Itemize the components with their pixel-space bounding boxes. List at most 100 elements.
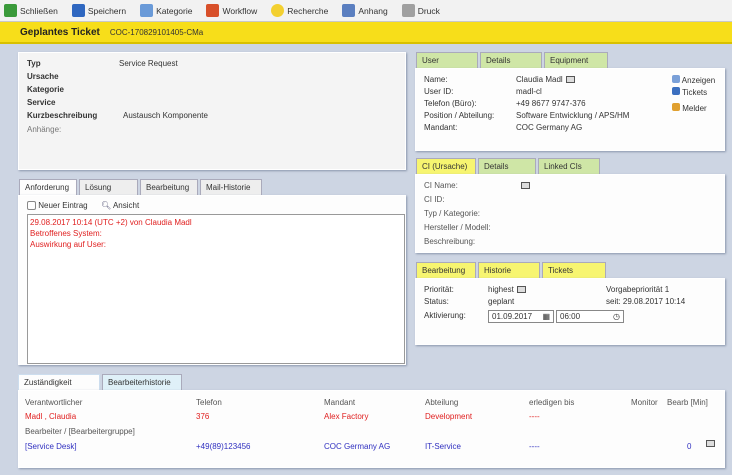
position[interactable]: Software Entwicklung — [516, 111, 592, 120]
new-entry-button[interactable]: Neuer Eintrag — [27, 201, 88, 211]
responsible-due: ---- — [529, 412, 540, 421]
tab-zustaendigkeit[interactable]: Zuständigkeit — [18, 374, 100, 390]
group-name[interactable]: [Service Desk] — [25, 442, 77, 451]
anhaenge-label: Anhänge: — [27, 125, 62, 134]
tab-loesung[interactable]: Lösung — [79, 179, 138, 195]
ci-manufacturer-label: Hersteller / Modell: — [424, 223, 491, 232]
select-icon[interactable] — [565, 76, 575, 84]
select-icon[interactable] — [521, 182, 530, 189]
position-value: Software Entwicklung / APS/HM — [516, 111, 630, 120]
request-text-area[interactable]: 29.08.2017 10:14 (UTC +2) von Claudia Ma… — [27, 214, 405, 364]
typ-value: Service Request — [119, 59, 178, 68]
show-user-button[interactable]: Anzeigen — [672, 75, 715, 85]
header-telefon: Telefon — [196, 398, 222, 407]
department[interactable]: APS/HM — [599, 111, 630, 120]
responsible-mandant: Alex Factory — [324, 412, 369, 421]
tab-anforderung[interactable]: Anforderung — [19, 179, 77, 195]
request-line: Auswirkung auf User: — [30, 240, 107, 249]
print-label: Druck — [417, 5, 440, 16]
toolbar: Schließen Speichern Kategorie Workflow R… — [0, 0, 732, 22]
view-button[interactable]: 🔍︎ Ansicht — [101, 201, 139, 210]
select-icon[interactable] — [706, 440, 715, 447]
group-due: ---- — [529, 442, 540, 451]
printer-icon — [401, 4, 415, 17]
save-button[interactable]: Speichern — [71, 4, 127, 17]
activation-label: Aktivierung: — [424, 311, 466, 320]
tab-bearbeitung[interactable]: Bearbeitung — [416, 262, 476, 278]
edit-icon — [27, 201, 36, 211]
print-button[interactable]: Druck — [401, 4, 440, 17]
tab-ci-details[interactable]: Details — [478, 158, 536, 174]
position-label: Position / Abteilung: — [424, 111, 495, 120]
attachment-label: Anhang — [358, 5, 388, 16]
ticket-info-panel: Typ Service Request Ursache Kategorie Se… — [18, 52, 406, 170]
responsible-name[interactable]: Madl , Claudia — [25, 412, 76, 421]
workflow-button[interactable]: Workflow — [206, 4, 257, 17]
reporter-button[interactable]: Melder — [672, 103, 707, 113]
tab-equipment[interactable]: Equipment — [544, 52, 608, 68]
tab-bearbeitung-left[interactable]: Bearbeitung — [140, 179, 198, 195]
typ-label: Typ — [27, 59, 41, 68]
tab-user[interactable]: User — [416, 52, 478, 68]
ci-type-label: Typ / Kategorie: — [424, 209, 481, 218]
name-label: Name: — [424, 75, 448, 84]
save-icon — [71, 4, 85, 17]
user-id-label: User ID: — [424, 87, 454, 96]
priority-label: Priorität: — [424, 285, 454, 294]
tickets-button[interactable]: Tickets — [672, 87, 707, 97]
header-monitor: Monitor — [631, 398, 658, 407]
category-label: Kategorie — [156, 5, 193, 16]
status-label: Status: — [424, 297, 449, 306]
tickets-label: Tickets — [682, 88, 708, 97]
service-label: Service — [27, 98, 56, 107]
lightbulb-icon — [271, 4, 285, 17]
new-entry-label: Neuer Eintrag — [38, 201, 88, 210]
tab-user-details[interactable]: Details — [480, 52, 542, 68]
responsibility-panel: Verantwortlicher Telefon Mandant Abteilu… — [18, 390, 725, 468]
activation-date: 01.09.2017 — [492, 312, 533, 321]
group-bearb-min: 0 — [687, 442, 692, 451]
magnifier-icon — [672, 75, 680, 83]
ci-description-label: Beschreibung: — [424, 237, 476, 246]
user-panel: Name: Claudia Madl User ID: madl-cl Tele… — [415, 68, 725, 151]
user-id-value[interactable]: madl-cl — [516, 87, 542, 96]
telefon-value[interactable]: +49 8677 9747-376 — [516, 99, 586, 108]
person-icon — [672, 103, 680, 111]
header-mandant: Mandant — [324, 398, 356, 407]
header-verantwortlicher: Verantwortlicher — [25, 398, 83, 407]
clock-icon[interactable]: ◷ — [613, 312, 620, 321]
ursache-label: Ursache — [27, 72, 59, 81]
tab-linked-cis[interactable]: Linked CIs — [538, 158, 600, 174]
tab-historie[interactable]: Historie — [478, 262, 540, 278]
title-bar: Geplantes Ticket COC-170829101405-CMa — [0, 22, 732, 44]
priority-select[interactable]: highest — [488, 285, 526, 294]
group-department: IT-Service — [425, 442, 462, 451]
save-label: Speichern — [87, 5, 127, 16]
request-line: 29.08.2017 10:14 (UTC +2) von Claudia Ma… — [30, 218, 192, 227]
paperclip-icon — [342, 4, 356, 17]
attachment-button[interactable]: Anhang — [342, 4, 388, 17]
status-since: seit: 29.08.2017 10:14 — [606, 297, 686, 306]
magnifier-icon: 🔍︎ — [101, 201, 112, 210]
ci-name-label: CI Name: — [424, 181, 458, 190]
close-button[interactable]: Schließen — [4, 4, 58, 17]
status-value: geplant — [488, 297, 515, 306]
user-name: Claudia Madl — [516, 75, 575, 84]
tab-ci-ursache[interactable]: CI (Ursache) — [416, 158, 476, 174]
category-button[interactable]: Kategorie — [140, 4, 192, 17]
close-icon — [4, 4, 17, 17]
calendar-icon[interactable]: ▦ — [542, 312, 550, 321]
activation-date-input[interactable]: 01.09.2017 ▦ — [488, 310, 554, 323]
close-label: Schließen — [20, 5, 58, 16]
select-icon[interactable] — [516, 286, 526, 294]
tab-bearbeiterhistorie[interactable]: Bearbeiterhistorie — [102, 374, 182, 390]
research-button[interactable]: Recherche — [271, 4, 328, 17]
request-line: Betroffenes System: — [30, 229, 102, 238]
ci-panel: CI Name: CI ID: Typ / Kategorie: Herstel… — [415, 174, 725, 253]
kurzbeschreibung-value[interactable]: Austausch Komponente — [123, 111, 208, 120]
tab-mail-historie[interactable]: Mail-Historie — [200, 179, 262, 195]
tab-tickets[interactable]: Tickets — [542, 262, 606, 278]
group-label: Bearbeiter / [Bearbeitergruppe] — [25, 427, 135, 436]
kategorie-label: Kategorie — [27, 85, 64, 94]
activation-time-input[interactable]: 06:00 ◷ — [556, 310, 624, 323]
